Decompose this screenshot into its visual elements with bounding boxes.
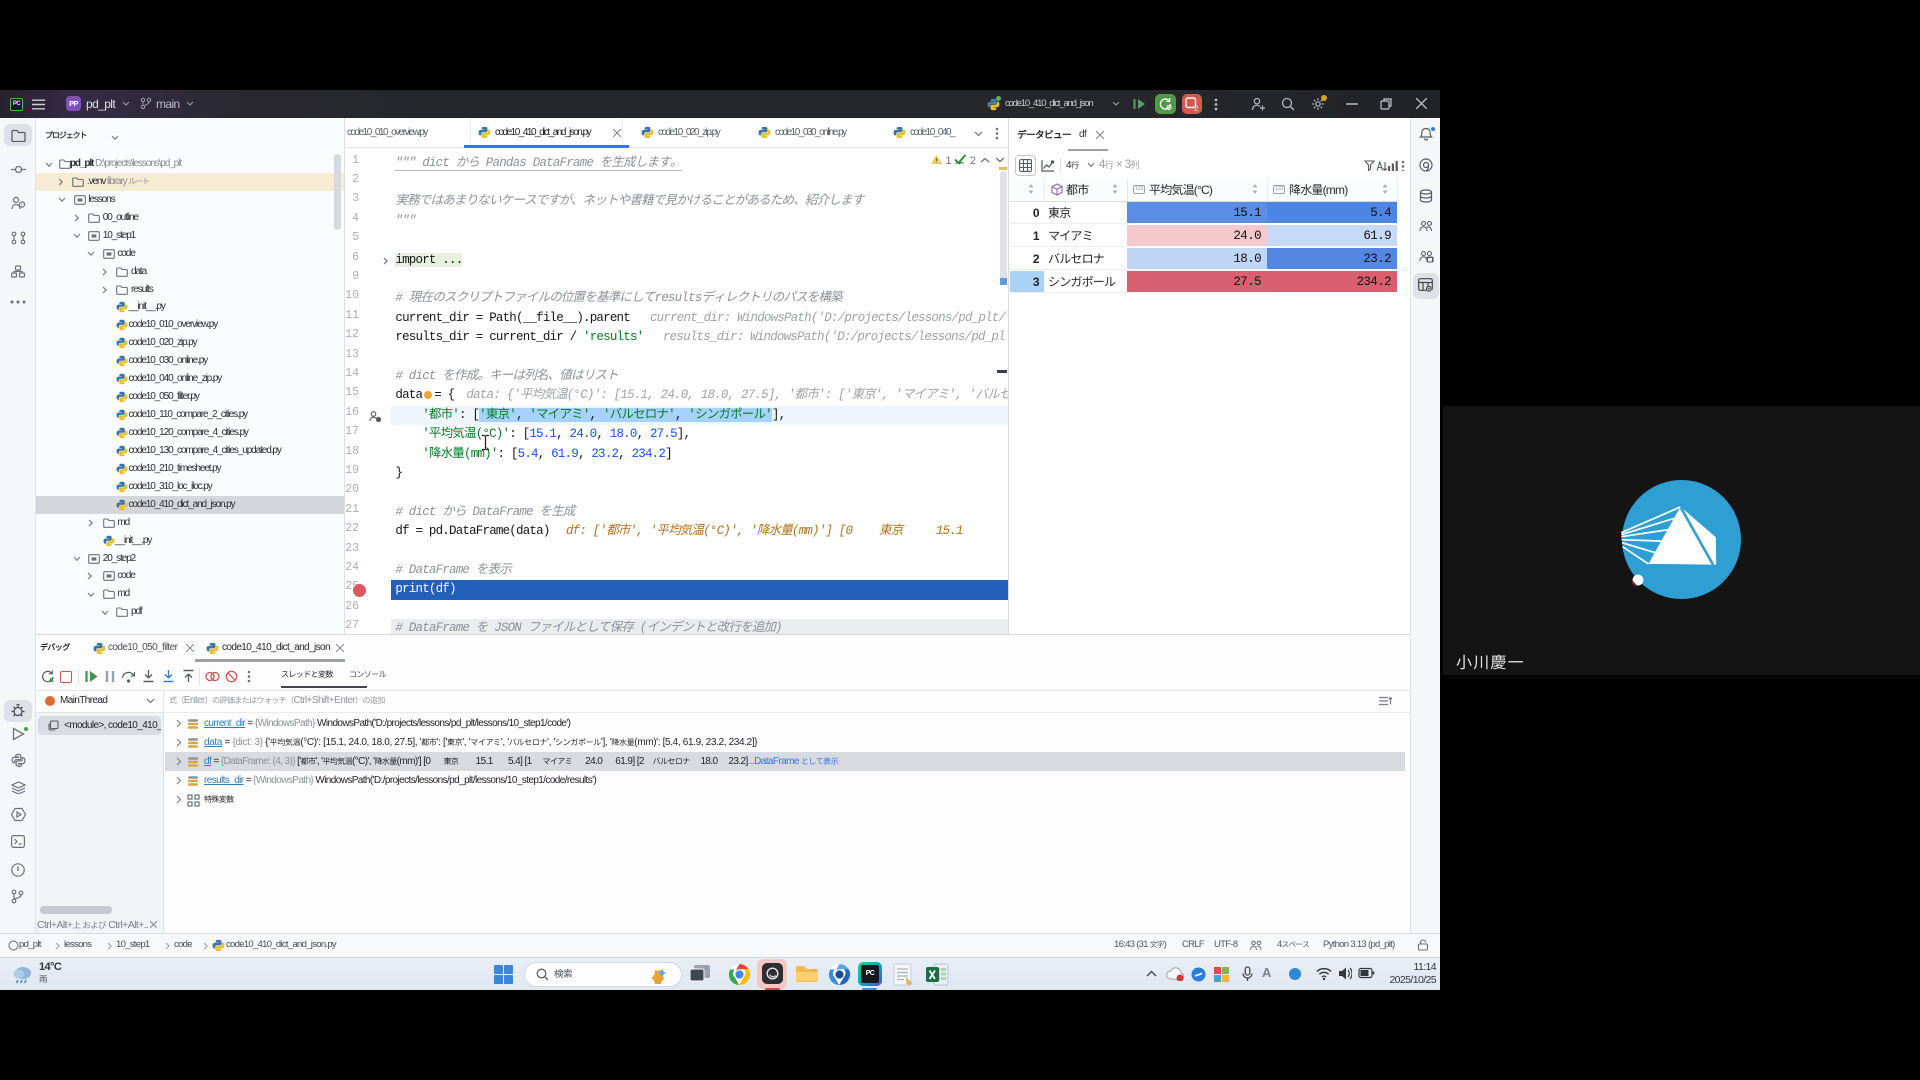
svg-text:2: 2 [1194, 104, 1198, 112]
